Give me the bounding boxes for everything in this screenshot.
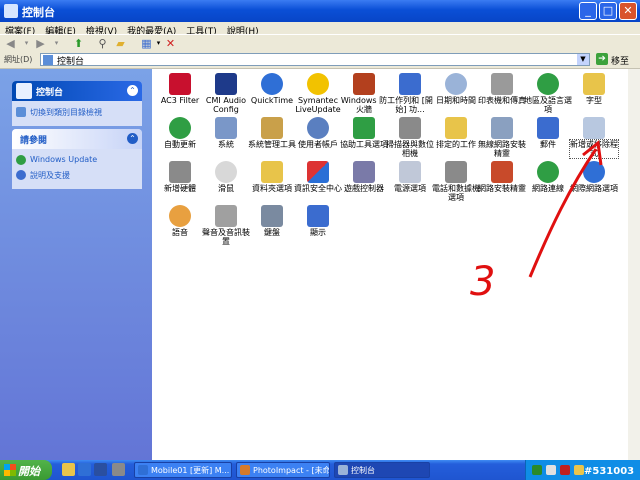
search-icon[interactable]: ⚲ [96,37,109,50]
panel-title: 控制台 [36,88,64,98]
tray-icon[interactable] [574,465,584,475]
control-panel-icon [338,465,348,475]
go-button[interactable]: 移至 [611,54,629,67]
control-panel-window: 控制台 _ □ ✕ 檔案(F) 編輯(E) 檢視(V) 我的最愛(A) 工具(T) 說明(H)… [0,0,640,460]
collapse-icon[interactable]: ⌃ [127,133,138,144]
link-label: 說明及支援 [30,171,70,180]
chevron-down-icon[interactable]: ▾ [50,37,63,50]
ie-icon[interactable] [78,463,91,476]
ie-icon [138,465,148,475]
tray-icon[interactable] [560,465,570,475]
task-mobile01[interactable]: Mobile01 [更新] M... [134,462,232,478]
photoimpact-icon [240,465,250,475]
task-pane: 控制台 ⌃ 切換到類別目錄檢視 請參閱 ⌃ Windows Update 說明及… [0,69,152,460]
title-bar[interactable]: 控制台 _ □ ✕ [0,0,640,22]
quicklaunch-icon[interactable] [112,463,125,476]
annotation-number: 3 [470,259,495,305]
collapse-icon[interactable]: ⌃ [127,85,138,96]
control-panel-icon [43,55,53,65]
icon-view: AC3 Filter CMI Audio Config QuickTime Sy… [152,69,628,460]
word-icon[interactable] [94,463,107,476]
windows-flag-icon [4,464,16,476]
go-arrow-icon[interactable]: ➔ [596,53,608,65]
panel-title: 請參閱 [20,136,48,146]
category-view-icon [16,107,26,117]
task-control-panel[interactable]: 控制台 [334,462,430,478]
taskbar: 開始 Mobile01 [更新] M... PhotoImpact - [未命.… [0,460,640,480]
chevron-down-icon[interactable]: ▾ [20,37,33,50]
address-value: 控制台 [57,57,85,67]
task-photoimpact[interactable]: PhotoImpact - [未命... [236,462,330,478]
annotation-arrow-shaft [528,148,598,278]
link-label: 切換到類別目錄檢視 [30,108,102,117]
start-label: 開始 [18,465,40,478]
maximize-button[interactable]: □ [599,2,617,20]
vertical-scrollbar[interactable] [628,69,640,460]
control-panel-icon [16,83,32,99]
control-panel-task-box: 控制台 ⌃ 切換到類別目錄檢視 [12,81,142,126]
red-annotation: 3 [470,140,603,305]
chevron-down-icon[interactable]: ▼ [577,54,589,65]
back-arrow-icon[interactable]: ◀ [4,37,17,50]
windows-update-link[interactable]: Windows Update [12,149,142,167]
address-input[interactable]: 控制台 ▼ [40,53,590,67]
tray-icon[interactable] [546,465,556,475]
close-button[interactable]: ✕ [619,2,637,20]
minimize-button[interactable]: _ [579,2,597,20]
delete-icon[interactable]: ✕ [164,37,177,50]
folders-icon[interactable]: ▰ [114,37,127,50]
explorer-icon[interactable] [62,463,75,476]
address-label: 網址(D) [4,55,33,64]
help-icon [16,170,26,180]
globe-icon [16,155,26,165]
watermark: #531003 [584,466,635,477]
link-label: Windows Update [30,155,98,164]
start-button[interactable]: 開始 [0,460,52,480]
window-title: 控制台 [22,6,55,19]
control-panel-icon [4,4,18,18]
up-folder-icon[interactable]: ⬆ [72,37,85,50]
see-also-box: 請參閱 ⌃ Windows Update 說明及支援 [12,129,142,189]
forward-arrow-icon[interactable]: ▶ [34,37,47,50]
address-bar: 網址(D) 控制台 ▼ ➔ 移至 [0,51,640,69]
switch-category-view-link[interactable]: 切換到類別目錄檢視 [12,101,142,126]
tray-icon[interactable] [532,465,542,475]
help-support-link[interactable]: 說明及支援 [12,167,142,189]
